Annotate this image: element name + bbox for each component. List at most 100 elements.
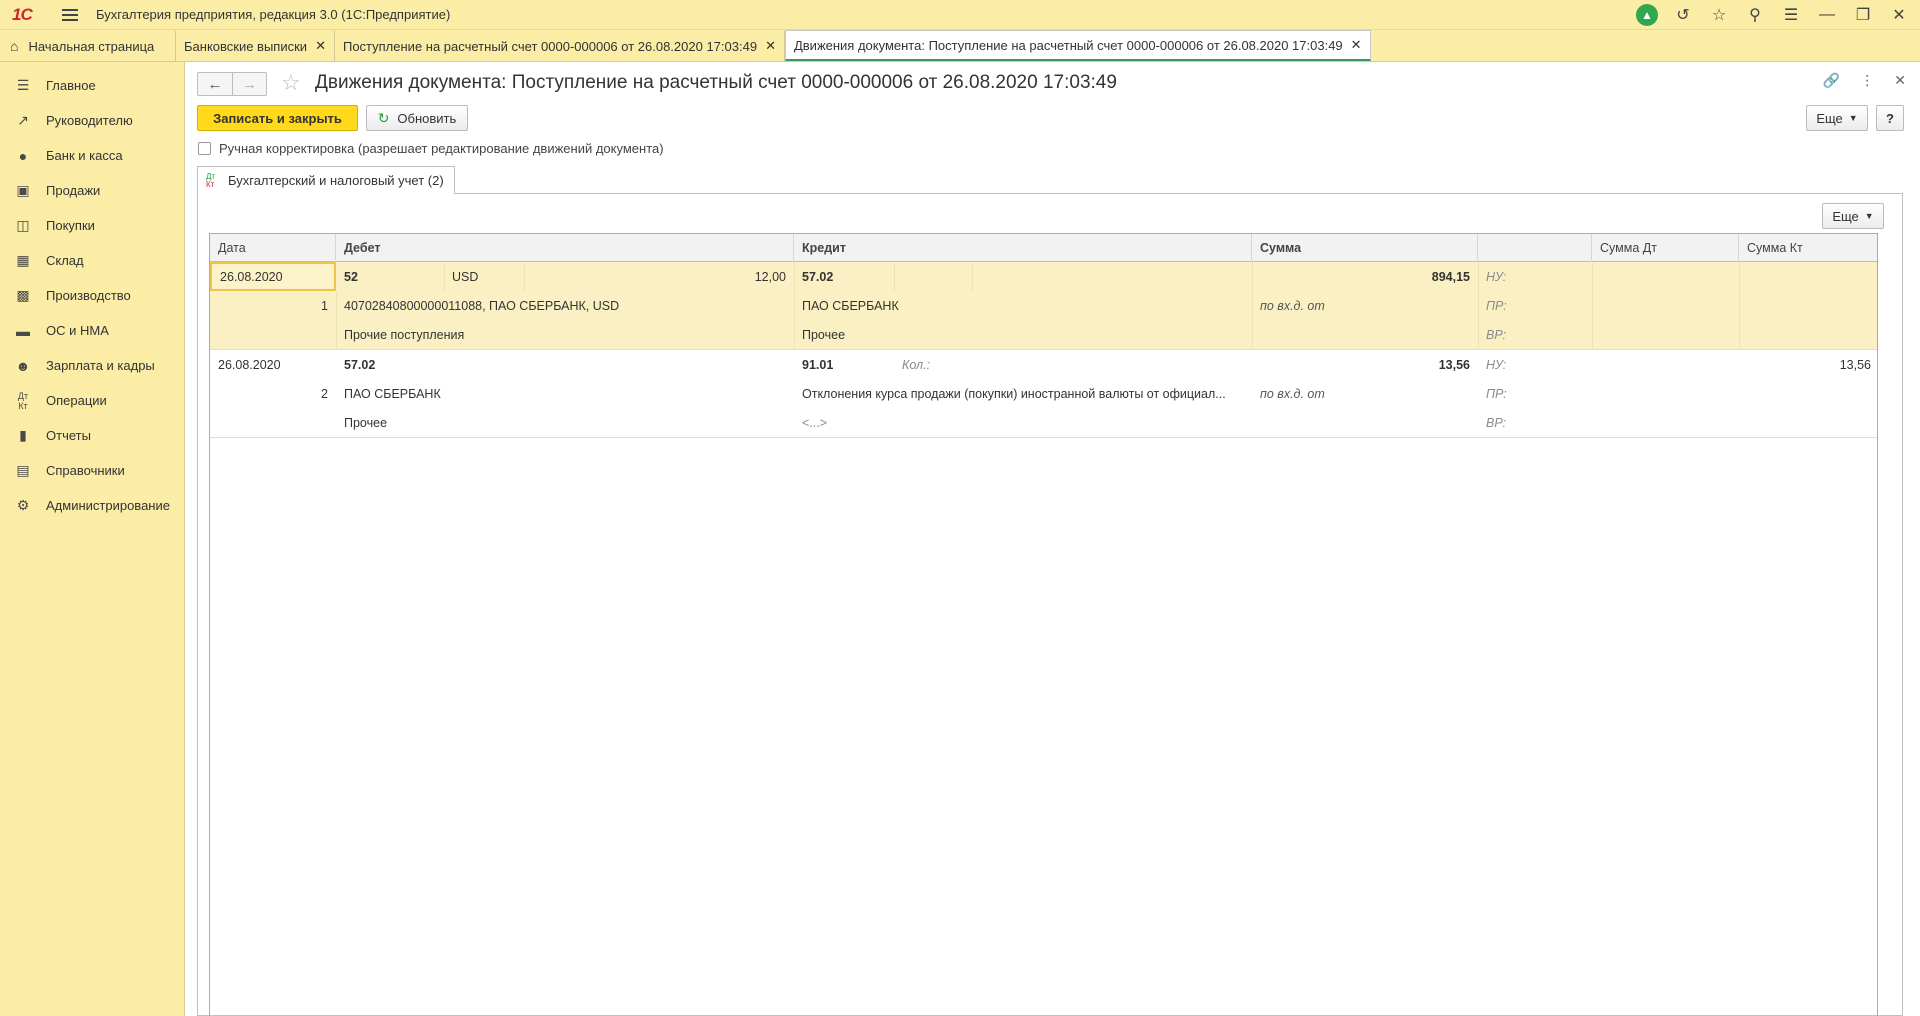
table-row[interactable]: 1 40702840800000011088, ПАО СБЕРБАНК, US…	[210, 291, 1877, 320]
tab-receipt-document[interactable]: Поступление на расчетный счет 0000-00000…	[335, 31, 785, 61]
favorites-star-icon[interactable]: ☆	[1708, 4, 1730, 26]
more-button[interactable]: Еще ▼	[1806, 105, 1868, 131]
tab-label: Поступление на расчетный счет 0000-00000…	[342, 38, 758, 54]
close-tab-icon[interactable]: ✕	[765, 38, 776, 54]
notifications-bell-icon[interactable]: ▲	[1636, 4, 1658, 26]
debit-account-cell[interactable]: 57.02	[336, 350, 794, 379]
history-icon[interactable]: ↺	[1672, 4, 1694, 26]
sections-sidebar: ☰ Главное ↗ Руководителю ● Банк и касса ▣ Пр…	[0, 62, 185, 1016]
credit-subconto-1-cell[interactable]: Отклонения курса продажи (покупки) иност…	[794, 379, 1252, 408]
sum-dt-cell[interactable]	[1592, 350, 1739, 379]
column-header-sum-dt[interactable]: Сумма Дт	[1592, 234, 1739, 262]
column-header-date[interactable]: Дата	[210, 234, 336, 262]
tax-nu-label: НУ:	[1486, 269, 1507, 284]
credit-account-cell[interactable]: 57.02	[794, 262, 894, 291]
sidebar-item-reports[interactable]: ▮ Отчеты	[0, 418, 184, 453]
dtkt-icon: Дт Кт	[206, 171, 216, 189]
debit-subconto-2-cell[interactable]: Прочее	[336, 408, 794, 437]
debit-subconto-1-cell[interactable]: ПАО СБЕРБАНК	[336, 379, 794, 408]
column-header-credit[interactable]: Кредит	[794, 234, 1252, 262]
table-row[interactable]: 2 ПАО СБЕРБАНК Отклонения курса продажи …	[210, 379, 1877, 408]
main-menu-icon[interactable]	[62, 8, 78, 21]
sum-note-cell[interactable]: по вх.д. от	[1252, 291, 1478, 320]
sidebar-item-bank[interactable]: ● Банк и касса	[0, 138, 184, 173]
sidebar-item-main[interactable]: ☰ Главное	[0, 68, 184, 103]
sidebar-item-salary[interactable]: ☻ Зарплата и кадры	[0, 348, 184, 383]
column-header-blank	[1478, 234, 1592, 262]
credit-extra-cell[interactable]	[894, 262, 972, 291]
sidebar-item-purchases[interactable]: ◫ Покупки	[0, 208, 184, 243]
factory-icon: ▩	[16, 287, 30, 303]
more-actions-icon[interactable]: ⋮	[1860, 72, 1874, 89]
sidebar-item-sales[interactable]: ▣ Продажи	[0, 173, 184, 208]
forward-arrow-icon[interactable]: →	[232, 73, 266, 95]
column-header-sum[interactable]: Сумма	[1252, 234, 1478, 262]
minimize-icon[interactable]: —	[1816, 4, 1838, 26]
close-tab-icon[interactable]: ✕	[315, 38, 326, 54]
sidebar-item-admin[interactable]: ⚙ Администрирование	[0, 488, 184, 523]
ruble-icon: ●	[18, 147, 28, 164]
date-cell[interactable]: 26.08.2020	[210, 262, 336, 291]
movements-table[interactable]: Дата Дебет Кредит Сумма Сумма Дт Сумма К…	[209, 233, 1878, 1016]
save-and-close-button[interactable]: Записать и закрыть	[197, 105, 358, 131]
sum-cell[interactable]: 13,56	[1252, 350, 1478, 379]
debit-subconto-1-cell[interactable]: 40702840800000011088, ПАО СБЕРБАНК, USD	[336, 291, 794, 320]
sidebar-item-warehouse[interactable]: ▦ Склад	[0, 243, 184, 278]
table-row[interactable]: 26.08.2020 57.02 91.01 Кол.: 13,56 НУ: 1…	[210, 350, 1877, 379]
favorite-star-icon[interactable]: ☆	[281, 70, 301, 96]
back-arrow-icon[interactable]: ←	[198, 73, 232, 95]
chevron-down-icon: ▼	[1864, 211, 1874, 221]
credit-subconto-1-cell[interactable]: ПАО СБЕРБАНК	[794, 291, 1252, 320]
sum-note-cell[interactable]: по вх.д. от	[1252, 379, 1478, 408]
table-row[interactable]: Прочие поступления Прочее ВР:	[210, 320, 1877, 349]
close-icon[interactable]: ✕	[1894, 72, 1906, 89]
trend-icon: ↗	[17, 112, 29, 128]
table-more-button[interactable]: Еще ▼	[1822, 203, 1884, 229]
table-row[interactable]: Прочее <...> ВР:	[210, 408, 1877, 437]
refresh-icon: ↻	[377, 109, 390, 126]
debit-account-cell[interactable]: 52	[336, 262, 444, 291]
sum-kt-cell[interactable]	[1739, 262, 1879, 291]
sidebar-item-manager[interactable]: ↗ Руководителю	[0, 103, 184, 138]
manual-correction-option[interactable]: Ручная корректировка (разрешает редактир…	[198, 141, 664, 156]
sidebar-item-references[interactable]: ▤ Справочники	[0, 453, 184, 488]
column-header-debit[interactable]: Дебет	[336, 234, 794, 262]
sum-dt-cell[interactable]	[1592, 262, 1739, 291]
sum-kt-cell[interactable]: 13,56	[1739, 350, 1879, 379]
tab-document-movements[interactable]: Движения документа: Поступление на расче…	[784, 30, 1371, 61]
table-row[interactable]: 26.08.2020 52 USD 12,00 57.02 894,15 НУ:	[210, 262, 1877, 291]
debit-currency-amount-cell[interactable]: 12,00	[524, 262, 794, 291]
truck-icon: ▬	[16, 322, 30, 339]
search-icon[interactable]: ⚲	[1744, 4, 1766, 26]
date-cell[interactable]: 26.08.2020	[210, 350, 336, 379]
close-tab-icon[interactable]: ✕	[1351, 37, 1362, 53]
restore-icon[interactable]: ❐	[1852, 4, 1874, 26]
sidebar-item-fixed-assets[interactable]: ▬ ОС и НМА	[0, 313, 184, 348]
tab-label: Движения документа: Поступление на расче…	[793, 37, 1343, 53]
debit-currency-cell[interactable]: USD	[444, 262, 524, 291]
tab-accounting-register[interactable]: Дт Кт Бухгалтерский и налоговый учет (2)	[197, 166, 455, 194]
sidebar-item-production[interactable]: ▩ Производство	[0, 278, 184, 313]
credit-subconto-2-cell[interactable]: <...>	[794, 408, 1252, 437]
history-nav: ← →	[197, 72, 267, 96]
tab-home[interactable]: ⌂ Начальная страница	[0, 31, 176, 61]
help-button[interactable]: ?	[1876, 105, 1904, 131]
debit-subconto-2-cell[interactable]: Прочие поступления	[336, 320, 794, 349]
tab-bank-statements[interactable]: Банковские выписки ✕	[176, 31, 335, 61]
link-icon[interactable]: 🔗	[1823, 72, 1840, 89]
tab-label: Банковские выписки	[184, 38, 308, 54]
sidebar-item-operations[interactable]: Дт Кт Операции	[0, 383, 184, 418]
gear-icon: ⚙	[16, 497, 30, 513]
credit-account-cell[interactable]: 91.01	[794, 350, 894, 379]
settings-menu-icon[interactable]: ☰	[1780, 4, 1802, 26]
manual-correction-checkbox[interactable]	[198, 142, 211, 155]
menu-icon: ☰	[16, 77, 30, 93]
sum-cell[interactable]: 894,15	[1252, 262, 1478, 291]
close-window-icon[interactable]: ✕	[1888, 4, 1910, 26]
credit-subconto-2-cell[interactable]: Прочее	[794, 320, 1252, 349]
refresh-button[interactable]: ↻ Обновить	[366, 105, 468, 131]
page-title: Движения документа: Поступление на расче…	[315, 72, 1117, 93]
row-number-cell: 2	[321, 386, 328, 401]
table-header: Дата Дебет Кредит Сумма Сумма Дт Сумма К…	[210, 234, 1877, 262]
column-header-sum-kt[interactable]: Сумма Кт	[1739, 234, 1879, 262]
